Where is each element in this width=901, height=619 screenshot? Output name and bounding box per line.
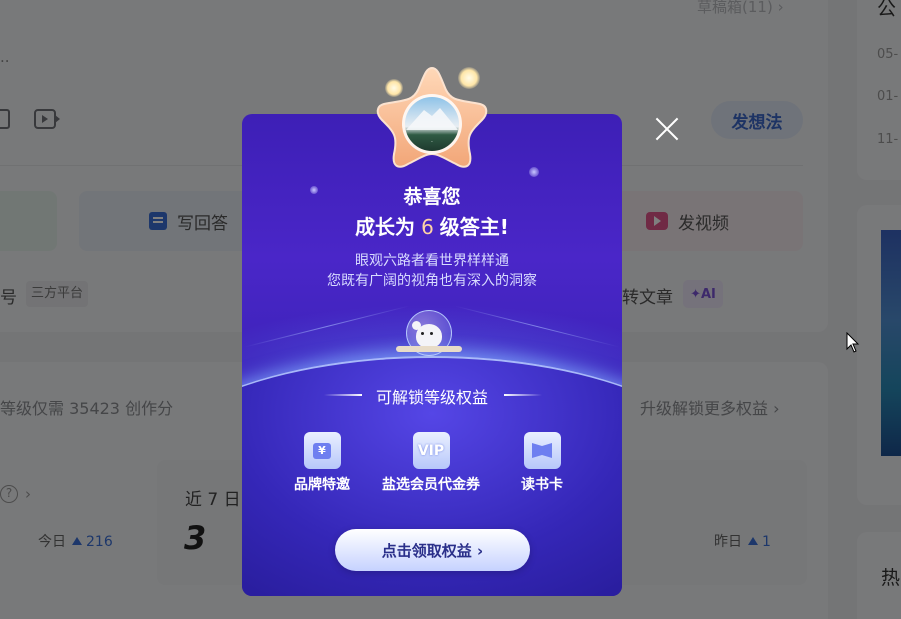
claim-perks-button[interactable]: 点击领取权益 › (335, 529, 530, 571)
level-number: 6 (421, 215, 434, 239)
svg-text:·: · (431, 139, 433, 146)
perk-vip-coupon[interactable]: VIP 盐选会员代金券 (381, 432, 481, 494)
perk-brand-invite[interactable]: ¥ 品牌特邀 (272, 432, 372, 494)
level-title: 成长为 6 级答主! (355, 215, 509, 239)
congrats-title: 恭喜您 (403, 186, 461, 208)
mascot-bear (396, 310, 462, 356)
close-icon[interactable] (655, 117, 679, 141)
level-up-modal: 恭喜您 成长为 6 级答主! 眼观六路者看世界样样通 您既有广阔的视角也有深入的洞察… (242, 114, 622, 596)
subtitle-line2: 您既有广阔的视角也有深入的洞察 (327, 273, 537, 289)
brand-invite-icon: ¥ (303, 432, 341, 469)
mouse-cursor-icon (846, 332, 860, 353)
level-badge-star: · (376, 66, 488, 168)
sparkle-dot (529, 167, 539, 177)
vip-coupon-icon: VIP (412, 432, 450, 469)
book-card-icon (523, 432, 561, 469)
subtitle-line1: 眼观六路者看世界样样通 (355, 253, 509, 269)
unlockable-perks-title: 可解锁等级权益 (242, 384, 622, 408)
perk-book-card[interactable]: 读书卡 (492, 432, 592, 494)
